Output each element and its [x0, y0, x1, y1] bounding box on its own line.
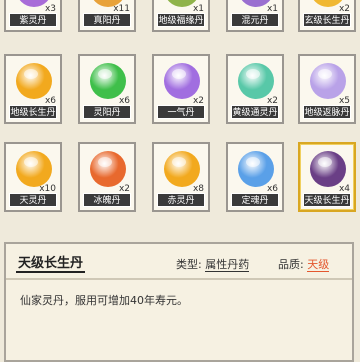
inventory-slot[interactable]: x2 冰魄丹 [78, 142, 136, 212]
pill-icon [164, 63, 200, 99]
inventory-slot[interactable]: x1 混元丹 [226, 0, 284, 32]
item-description: 仙家灵丹，服用可增加40年寿元。 [20, 294, 188, 307]
pill-icon [16, 151, 52, 187]
item-detail-panel: 天级长生丹 类型: 属性丹药 品质: 天级 仙家灵丹，服用可增加40年寿元。 [4, 242, 354, 362]
inventory-slot[interactable]: x5 地级返脉丹 [298, 54, 356, 124]
pill-icon [310, 63, 346, 99]
inventory-slot[interactable]: x6 地级长生丹 [4, 54, 62, 124]
inventory-slot[interactable]: x11 真阳丹 [78, 0, 136, 32]
item-name: 天灵丹 [9, 193, 57, 207]
item-name: 真阳丹 [83, 13, 131, 27]
inventory-slot[interactable]: x10 天灵丹 [4, 142, 62, 212]
inventory-slot[interactable]: x2 一气丹 [152, 54, 210, 124]
pill-icon [238, 63, 274, 99]
item-detail-header: 天级长生丹 类型: 属性丹药 品质: 天级 [6, 244, 352, 280]
item-name: 地级返脉丹 [303, 105, 351, 119]
item-grade-value: 天级 [307, 258, 330, 272]
item-name: 紫灵丹 [9, 13, 57, 27]
item-name: 赤灵丹 [157, 193, 205, 207]
item-name: 定魂丹 [231, 193, 279, 207]
inventory-slot[interactable]: x8 赤灵丹 [152, 142, 210, 212]
inventory-slot[interactable]: x2 玄级长生丹 [298, 0, 356, 32]
inventory-slot[interactable]: x3 紫灵丹 [4, 0, 62, 32]
item-name: 地级福缘丹 [157, 13, 205, 27]
item-name: 天级长生丹 [303, 193, 351, 207]
item-type-label: 类型: [176, 258, 202, 271]
item-title: 天级长生丹 [16, 252, 86, 273]
pill-icon [164, 151, 200, 187]
item-grade-label: 品质: [278, 258, 304, 271]
item-name: 冰魄丹 [83, 193, 131, 207]
item-name: 一气丹 [157, 105, 205, 119]
pill-icon [90, 63, 126, 99]
item-type-value: 属性丹药 [205, 258, 250, 272]
pill-icon [16, 63, 52, 99]
item-name: 黄级通灵丹 [231, 105, 279, 119]
inventory-slot[interactable]: x2 黄级通灵丹 [226, 54, 284, 124]
inventory-slot[interactable]: x4 天级长生丹 [298, 142, 356, 212]
inventory-grid: x3 紫灵丹 x11 真阳丹 x1 地级福缘丹 x1 混元丹 x2 玄级长生丹 x6 地级长生丹 x6 灵… [0, 0, 360, 232]
item-name: 混元丹 [231, 13, 279, 27]
item-name: 灵阳丹 [83, 105, 131, 119]
pill-icon [310, 151, 346, 187]
inventory-slot[interactable]: x6 定魂丹 [226, 142, 284, 212]
item-grade: 品质: 天级 [278, 256, 330, 272]
inventory-slot[interactable]: x1 地级福缘丹 [152, 0, 210, 32]
pill-icon [238, 151, 274, 187]
pill-icon [90, 151, 126, 187]
item-type: 类型: 属性丹药 [176, 256, 250, 272]
item-name: 地级长生丹 [9, 105, 57, 119]
item-name: 玄级长生丹 [303, 13, 351, 27]
inventory-slot[interactable]: x6 灵阳丹 [78, 54, 136, 124]
